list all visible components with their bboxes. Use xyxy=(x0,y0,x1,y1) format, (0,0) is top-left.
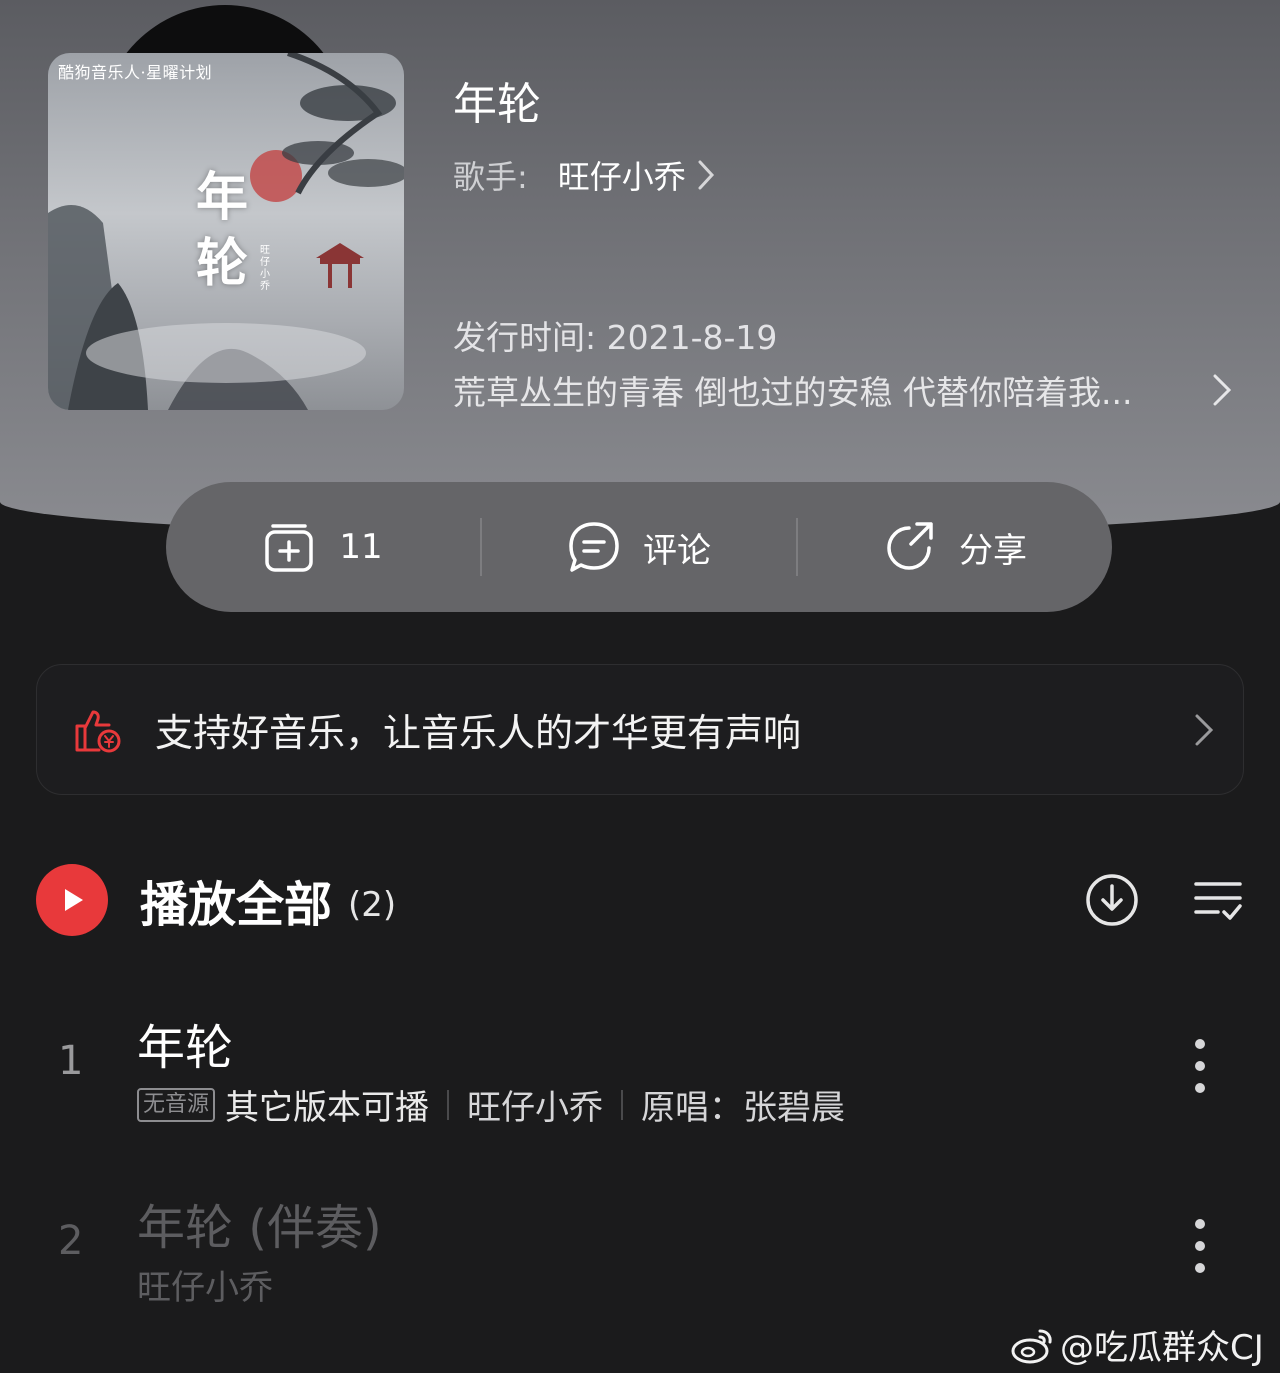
separator xyxy=(621,1089,624,1120)
song-description[interactable]: 荒草丛生的青春 倒也过的安稳 代替你陪着我... xyxy=(453,366,1233,414)
track-title: 年轮 xyxy=(137,1020,234,1076)
description-text: 荒草丛生的青春 倒也过的安稳 代替你陪着我... xyxy=(453,373,1133,412)
track-meta: 无音源 其它版本可播 旺仔小乔 原唱：张碧晨 xyxy=(137,1080,845,1129)
track-title: 年轮 (伴奏) xyxy=(137,1200,382,1256)
share-button[interactable]: 分享 xyxy=(798,520,1112,574)
support-banner[interactable]: 支持好音乐，让音乐人的才华更有声响 xyxy=(36,664,1244,795)
cover-title-char: 年 xyxy=(195,167,248,228)
more-options-icon[interactable] xyxy=(1188,1216,1212,1276)
collect-button[interactable]: 11 xyxy=(166,520,480,574)
comment-label: 评论 xyxy=(643,530,711,571)
singer-link[interactable]: 歌手: 旺仔小乔 xyxy=(453,152,716,198)
play-icon xyxy=(65,889,83,911)
weibo-logo-icon xyxy=(1011,1329,1052,1363)
banner-text: 支持好音乐，让音乐人的才华更有声响 xyxy=(155,711,802,755)
watermark-text: @吃瓜群众CJ xyxy=(1060,1328,1264,1368)
track-row[interactable]: 1 年轮 无音源 其它版本可播 旺仔小乔 原唱：张碧晨 xyxy=(0,1000,1280,1140)
song-title: 年轮 xyxy=(453,79,541,130)
track-artist: 旺仔小乔 xyxy=(137,1268,273,1308)
comment-button[interactable]: 评论 xyxy=(482,520,796,574)
chevron-right-icon xyxy=(1213,374,1232,406)
share-label: 分享 xyxy=(959,530,1027,571)
cover-title: 年 轮 xyxy=(194,165,250,297)
multi-select-icon[interactable] xyxy=(1190,872,1246,928)
comment-icon xyxy=(569,522,619,572)
track-note: 其它版本可播 xyxy=(225,1088,430,1128)
singer-name: 旺仔小乔 xyxy=(557,158,686,196)
cover-artist: 旺仔小乔 xyxy=(260,245,270,292)
play-all-label[interactable]: 播放全部 xyxy=(140,865,332,935)
play-all-row: 播放全部 (2) xyxy=(36,862,1246,938)
play-all-count: (2) xyxy=(348,885,397,925)
more-options-icon[interactable] xyxy=(1188,1036,1212,1096)
collect-count: 11 xyxy=(339,527,383,567)
share-icon xyxy=(887,522,933,570)
singer-label: 歌手: xyxy=(453,158,528,196)
chevron-right-icon xyxy=(698,160,714,190)
play-all-button[interactable] xyxy=(36,864,108,936)
track-number: 1 xyxy=(58,1038,84,1084)
watermark: @吃瓜群众CJ xyxy=(1010,1320,1264,1369)
download-icon[interactable] xyxy=(1084,872,1140,928)
track-artist: 旺仔小乔 xyxy=(467,1088,604,1128)
release-date: 发行时间: 2021-8-19 xyxy=(453,318,778,357)
add-to-playlist-icon xyxy=(265,524,314,572)
track-number: 2 xyxy=(58,1218,84,1264)
separator xyxy=(447,1089,450,1120)
action-bar: 11 评论 分享 xyxy=(166,482,1112,612)
chevron-right-icon xyxy=(1195,714,1214,745)
thumbs-up-coin-icon xyxy=(75,710,121,752)
track-row[interactable]: 2 年轮 (伴奏) 旺仔小乔 xyxy=(0,1180,1280,1320)
track-original: 原唱：张碧晨 xyxy=(641,1088,846,1128)
no-source-badge: 无音源 xyxy=(137,1087,216,1122)
cover-title-char: 轮 xyxy=(195,233,248,294)
album-cover[interactable]: 酷狗音乐人·星曜计划 年 轮 旺仔小乔 xyxy=(48,53,404,410)
track-meta: 旺仔小乔 xyxy=(137,1260,273,1309)
cover-tag: 酷狗音乐人·星曜计划 xyxy=(58,63,213,82)
